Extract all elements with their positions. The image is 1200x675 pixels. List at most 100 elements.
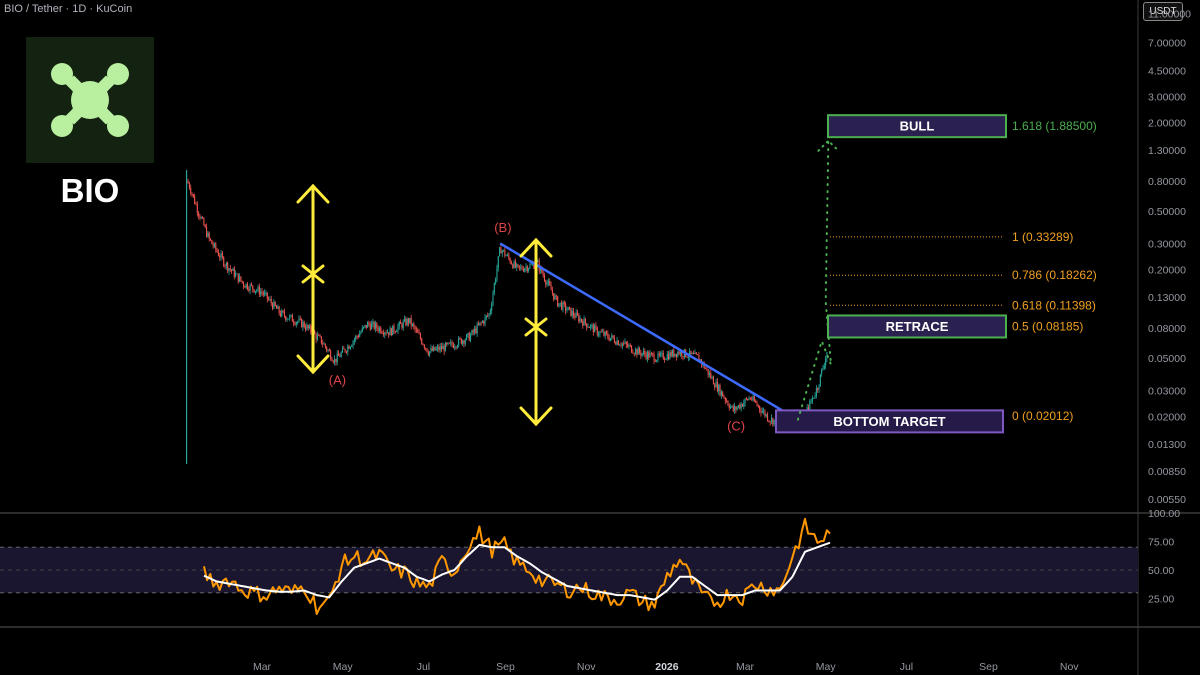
price-candle: [341, 348, 344, 353]
price-candle: [814, 395, 816, 398]
price-candle: [460, 338, 462, 344]
price-candle: [748, 397, 750, 400]
price-candle: [196, 204, 198, 213]
price-candle: [356, 336, 358, 337]
price-axis-tick: 4.50000: [1148, 66, 1186, 78]
price-candle: [429, 351, 431, 355]
price-candle: [505, 255, 507, 257]
price-candle: [579, 318, 581, 322]
price-candle: [348, 346, 350, 349]
price-candle: [427, 352, 429, 355]
price-candle: [737, 405, 740, 408]
price-candle: [508, 254, 510, 259]
price-candle: [767, 414, 769, 421]
price-candle: [351, 345, 353, 347]
price-candle: [621, 343, 623, 346]
price-candle: [221, 253, 223, 258]
price-candle: [294, 323, 296, 325]
price-candle: [629, 345, 631, 347]
price-candle: [693, 353, 695, 354]
price-candle: [191, 193, 193, 195]
price-candle: [409, 317, 411, 323]
price-candle: [645, 354, 647, 359]
price-candle: [599, 331, 601, 335]
price-candle: [578, 315, 580, 322]
price-candle: [730, 406, 732, 409]
price-candle: [425, 347, 427, 349]
price-candle: [633, 353, 635, 355]
price-candle: [604, 331, 606, 336]
price-candle: [773, 419, 775, 425]
price-candle: [239, 276, 241, 282]
price-candle: [550, 285, 552, 291]
price-candle: [567, 307, 569, 311]
price-candle: [480, 322, 482, 324]
price-candle: [349, 346, 351, 349]
price-candle: [293, 321, 295, 324]
price-candle: [768, 420, 770, 422]
price-candle: [270, 299, 272, 304]
price-candle: [438, 346, 440, 351]
price-candle: [227, 262, 229, 271]
price-candle: [322, 343, 324, 345]
price-candle: [735, 406, 737, 410]
price-candle: [215, 243, 217, 250]
price-candle: [206, 226, 208, 237]
price-candle: [264, 292, 266, 295]
price-candle: [582, 321, 584, 326]
price-candle: [323, 343, 325, 345]
price-candle: [316, 335, 318, 340]
price-candle: [371, 323, 373, 330]
price-candle: [244, 286, 246, 288]
price-candle: [772, 418, 774, 425]
price-candle: [670, 352, 672, 357]
price-candle: [707, 369, 709, 375]
price-candle: [394, 331, 396, 333]
price-axis-tick: 3.00000: [1148, 92, 1186, 104]
price-candle: [340, 352, 342, 357]
price-candle: [734, 406, 736, 411]
price-candle: [219, 255, 221, 258]
price-candle: [262, 292, 264, 295]
price-candle: [447, 342, 449, 345]
price-axis-tick: 11.00000: [1148, 9, 1191, 21]
price-candle: [199, 215, 201, 219]
price-axis-tick: 7.00000: [1148, 37, 1186, 49]
price-candle: [825, 358, 827, 366]
price-candle: [631, 345, 633, 353]
price-candle: [489, 310, 491, 314]
price-candle: [765, 414, 767, 416]
price-candle: [598, 334, 600, 336]
price-candle: [690, 350, 692, 354]
price-candle: [616, 340, 618, 345]
price-chart[interactable]: 11.00000 7.00000 4.50000 3.00000 2.00000 1.30…: [0, 0, 1200, 675]
price-candle: [306, 325, 308, 330]
price-candle: [242, 282, 245, 287]
price-candle: [715, 381, 717, 388]
price-candle: [596, 327, 598, 335]
price-candle: [641, 353, 643, 356]
price-candle: [638, 348, 641, 353]
price-candle: [466, 334, 468, 340]
price-candle: [542, 272, 544, 276]
price-candle: [501, 250, 503, 254]
price-candle: [543, 275, 546, 281]
price-candle: [389, 328, 391, 336]
price-axis-tick: 0.01300: [1148, 439, 1186, 451]
price-candle: [691, 353, 693, 354]
price-candle: [495, 279, 497, 284]
price-candle: [229, 268, 231, 270]
price-candle: [739, 405, 741, 409]
price-axis-tick: 0.05000: [1148, 353, 1186, 365]
price-candle: [347, 346, 349, 352]
price-candle: [446, 342, 448, 345]
price-candle: [687, 356, 689, 358]
price-candle: [513, 261, 515, 269]
price-candle: [303, 321, 305, 328]
price-candle: [233, 268, 235, 277]
price-candle: [463, 340, 465, 344]
price-candle: [310, 326, 312, 333]
price-candle: [584, 318, 586, 324]
price-candle: [706, 368, 708, 370]
price-candle: [817, 388, 819, 390]
